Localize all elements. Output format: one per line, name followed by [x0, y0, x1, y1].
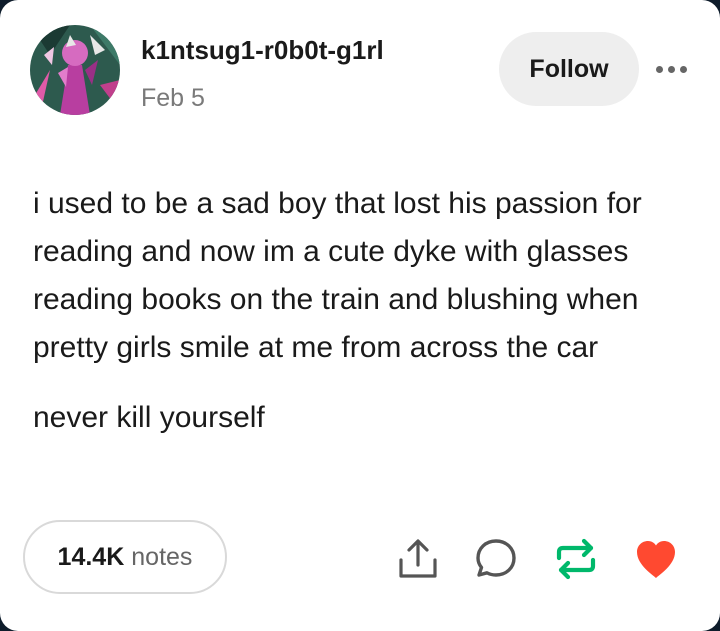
follow-button[interactable]: Follow	[499, 32, 639, 106]
post-paragraph: i used to be a sad boy that lost his pas…	[33, 187, 642, 364]
post-paragraph: never kill yourself	[33, 401, 265, 434]
reply-icon[interactable]	[473, 536, 519, 582]
share-icon[interactable]	[395, 536, 441, 582]
notes-count: 14.4K	[57, 542, 125, 571]
post-body: i used to be a sad boy that lost his pas…	[33, 180, 693, 442]
like-icon[interactable]	[633, 536, 679, 582]
ellipsis-dot	[667, 65, 675, 73]
notes-label: notes	[131, 542, 193, 571]
post-date[interactable]: Feb 5	[141, 84, 205, 113]
notes-button[interactable]: 14.4K notes	[23, 520, 227, 594]
post-card: k1ntsug1-r0b0t-g1rl Feb 5 Follow i used …	[0, 0, 720, 631]
avatar[interactable]	[30, 25, 120, 115]
reblog-icon[interactable]	[553, 536, 599, 582]
ellipsis-dot	[655, 65, 663, 73]
avatar-image	[30, 25, 120, 115]
ellipsis-dot	[679, 65, 687, 73]
ellipsis-icon[interactable]	[650, 54, 692, 84]
post-author-username[interactable]: k1ntsug1-r0b0t-g1rl	[141, 35, 384, 66]
